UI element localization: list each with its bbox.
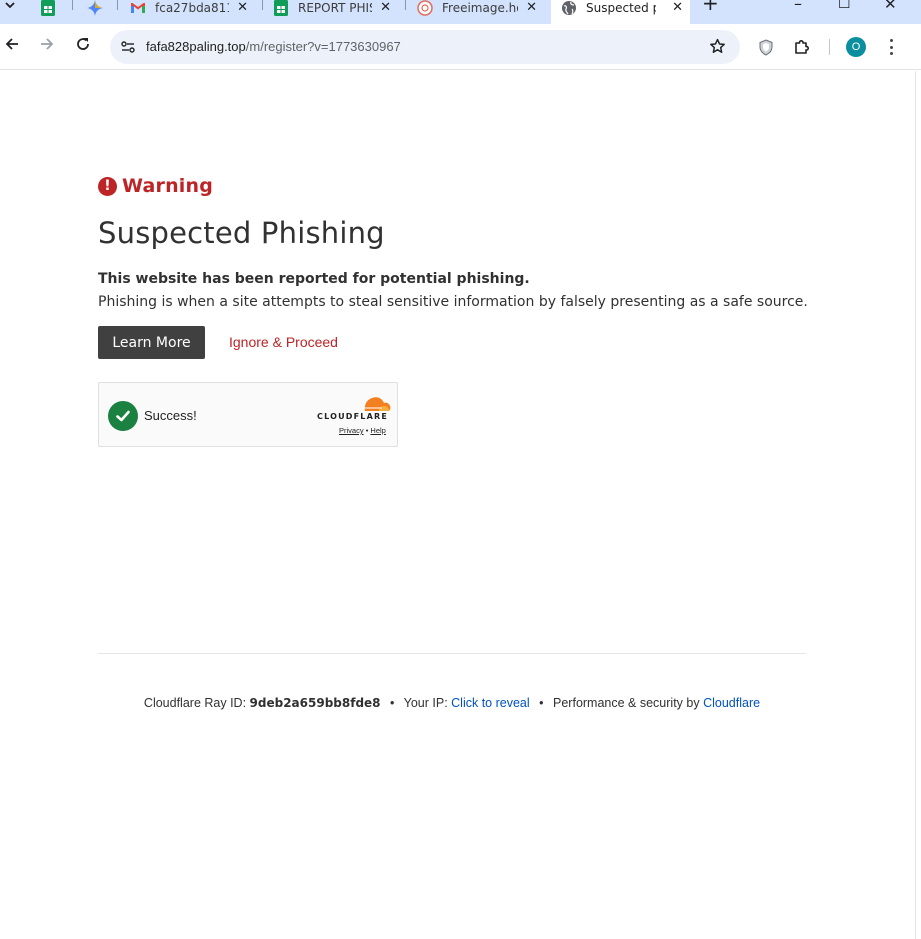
tab-title: Suspected ph <box>586 1 656 15</box>
reported-notice: This website has been reported for poten… <box>98 271 530 287</box>
turnstile-widget: Success! CLOUDFLARE Privacy • Help <box>98 382 398 447</box>
tab-search-button[interactable] <box>0 0 24 24</box>
shield-extension-icon[interactable] <box>755 36 777 58</box>
cloudflare-link[interactable]: Cloudflare <box>703 696 760 710</box>
tab-freeimage[interactable]: Freeimage.ho ✕ <box>417 0 547 24</box>
turnstile-links: Privacy • Help <box>339 426 386 435</box>
gmail-icon <box>130 0 146 16</box>
your-ip-label: Your IP: <box>403 696 448 710</box>
chevron-down-icon <box>4 0 16 15</box>
tab-suspected-phishing[interactable]: Suspected ph ✕ <box>561 0 689 24</box>
minimize-button[interactable]: – <box>794 0 802 13</box>
footer-separator: • <box>390 696 395 710</box>
tab-gmail[interactable]: fca27bda811e ✕ <box>130 0 258 24</box>
help-link[interactable]: Help <box>370 426 385 435</box>
tab-strip: fca27bda811e ✕ REPORT PHISH ✕ Freeimage.… <box>0 0 921 24</box>
warning-exclamation-icon: ! <box>98 176 117 196</box>
performance-label: Performance & security by <box>553 696 700 710</box>
arrow-left-icon <box>4 36 20 56</box>
globe-icon <box>561 0 577 16</box>
url-text: fafa828paling.top/m/register?v=177363096… <box>146 39 401 54</box>
browser-toolbar: fafa828paling.top/m/register?v=177363096… <box>0 24 921 70</box>
turnstile-status: Success! <box>144 408 197 423</box>
warning-label: Warning <box>122 175 214 197</box>
cloudflare-wordmark: CLOUDFLARE <box>317 412 388 421</box>
freeimage-icon <box>417 0 433 16</box>
tab-title: fca27bda811e <box>155 1 229 15</box>
reload-icon <box>75 36 91 56</box>
gemini-icon <box>87 0 103 16</box>
sheets-icon <box>273 0 289 16</box>
link-separator: • <box>365 426 369 435</box>
tab-sheets-1[interactable] <box>40 0 70 24</box>
footer-separator: • <box>539 696 544 710</box>
ray-id-label: Cloudflare Ray ID: <box>143 696 247 710</box>
ignore-proceed-link[interactable]: Ignore & Proceed <box>229 334 338 350</box>
maximize-button[interactable]: ☐ <box>838 0 851 12</box>
site-info-icon[interactable] <box>118 37 138 57</box>
phishing-description: Phishing is when a site attempts to stea… <box>98 294 808 310</box>
page-title: Suspected Phishing <box>98 216 385 250</box>
close-tab-icon[interactable]: ✕ <box>672 0 683 16</box>
footer: Cloudflare Ray ID: 9deb2a659bb8fde8 • Yo… <box>98 696 806 710</box>
close-tab-icon[interactable]: ✕ <box>526 0 537 16</box>
bookmark-star-icon[interactable] <box>709 38 726 59</box>
menu-kebab-icon[interactable] <box>886 37 896 57</box>
sheets-icon <box>40 0 56 16</box>
url-host: fafa828paling.top <box>146 39 246 54</box>
url-path: /m/register?v=1773630967 <box>245 39 401 54</box>
toolbar-divider <box>829 39 830 55</box>
scrollbar-track[interactable] <box>915 71 921 939</box>
arrow-right-icon <box>39 36 55 56</box>
close-window-button[interactable]: ✕ <box>884 0 897 13</box>
profile-avatar[interactable]: O <box>846 37 866 57</box>
reload-button[interactable] <box>71 34 95 58</box>
footer-divider <box>98 653 806 654</box>
close-tab-icon[interactable]: ✕ <box>237 0 248 16</box>
close-tab-icon[interactable]: ✕ <box>380 0 391 16</box>
learn-more-button[interactable]: Learn More <box>98 326 205 359</box>
new-tab-button[interactable]: + <box>702 0 719 15</box>
forward-button[interactable] <box>35 34 59 58</box>
address-bar[interactable]: fafa828paling.top/m/register?v=177363096… <box>110 30 740 64</box>
privacy-link[interactable]: Privacy <box>339 426 364 435</box>
reveal-ip-link[interactable]: Click to reveal <box>451 696 530 710</box>
tab-report-phish[interactable]: REPORT PHISH ✕ <box>273 0 401 24</box>
tab-title: REPORT PHISH <box>298 1 372 15</box>
warning-heading: ! Warning <box>98 175 213 197</box>
puzzle-extensions-icon[interactable] <box>791 36 813 58</box>
back-button[interactable] <box>0 34 24 58</box>
ray-id-value: 9deb2a659bb8fde8 <box>249 696 381 710</box>
tab-title: Freeimage.ho <box>442 1 518 15</box>
tab-gemini[interactable] <box>87 0 117 24</box>
success-check-icon <box>108 401 138 431</box>
